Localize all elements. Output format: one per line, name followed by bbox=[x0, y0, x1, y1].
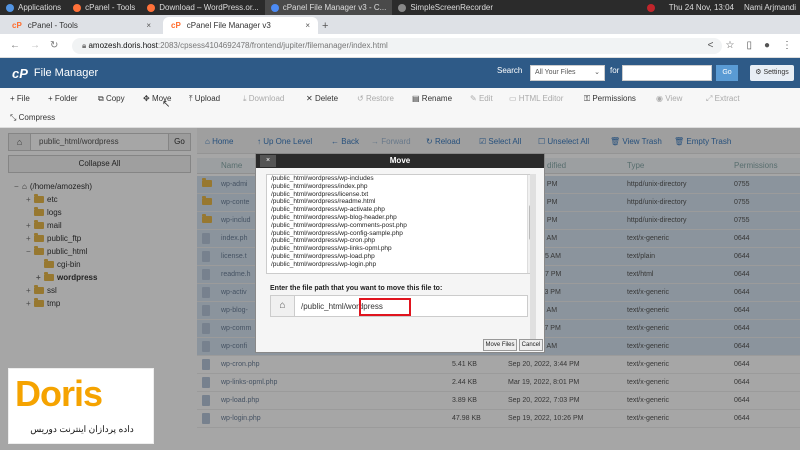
extract-icon: ⤢ bbox=[706, 94, 713, 103]
back-arrow-icon[interactable]: ← bbox=[10, 40, 20, 51]
list-item: /public_html/wordpress/wp-config-sample.… bbox=[271, 229, 403, 237]
list-item: /public_html/wordpress/wp-load.php bbox=[271, 252, 375, 260]
list-item: /public_html/wordpress/readme.html bbox=[271, 198, 376, 206]
move-files-button[interactable]: Move Files bbox=[483, 339, 517, 351]
html-editor-icon: ▭ bbox=[509, 94, 517, 103]
forward-arrow-icon[interactable]: → bbox=[30, 40, 40, 51]
delete-button[interactable]: ✕ Delete bbox=[306, 94, 338, 103]
download-button[interactable]: ⤓ Download bbox=[243, 94, 284, 104]
menu-kebab-icon[interactable]: ⋮ bbox=[782, 40, 792, 51]
search-go-button[interactable]: Go bbox=[716, 65, 738, 81]
profile-icon[interactable]: ● bbox=[764, 40, 770, 51]
bookmark-star-icon[interactable]: ☆ bbox=[725, 40, 734, 51]
dialog-title: Move bbox=[256, 154, 544, 168]
record-indicator-icon[interactable] bbox=[646, 3, 655, 12]
tab-cpanel-tools[interactable]: cP cPanel - Tools × bbox=[4, 17, 159, 34]
search-input[interactable] bbox=[622, 65, 712, 81]
copy-button[interactable]: ⧉ Copy bbox=[98, 94, 125, 104]
search-label: Search bbox=[497, 66, 523, 75]
apps-icon bbox=[6, 3, 14, 12]
taskbar-item-filemanager[interactable]: cPanel File Manager v3 - C... bbox=[264, 0, 393, 15]
mouse-cursor-icon: ↖ bbox=[162, 99, 171, 110]
upload-button[interactable]: ⤒ Upload bbox=[189, 94, 220, 104]
permissions-button[interactable]: ⚿ Permissions bbox=[584, 94, 636, 104]
tab-file-manager[interactable]: cP cPanel File Manager v3 × bbox=[163, 17, 318, 34]
extract-button[interactable]: ⤢ Extract bbox=[706, 94, 740, 104]
pencil-icon: ✎ bbox=[470, 94, 477, 103]
list-item: /public_html/wordpress/license.txt bbox=[271, 190, 369, 198]
doris-subtitle: داده پردازان اینترنت دوریس bbox=[30, 424, 134, 434]
sidebar-icon[interactable]: ▯ bbox=[746, 40, 752, 51]
recorder-icon bbox=[398, 3, 407, 12]
html-editor-button[interactable]: ▭ HTML Editor bbox=[509, 94, 563, 103]
for-label: for bbox=[610, 66, 620, 75]
list-item: /public_html/wordpress/wp-includes bbox=[271, 175, 374, 182]
datetime[interactable]: Thu 24 Nov, 13:04 bbox=[669, 3, 734, 12]
new-folder-button[interactable]: + Folder bbox=[48, 94, 78, 103]
chrome-icon bbox=[270, 3, 279, 12]
restore-icon: ↺ bbox=[357, 94, 364, 103]
move-dialog: Move × /public_html/wordpress/wp-include… bbox=[255, 153, 545, 353]
rename-button[interactable]: ▤ Rename bbox=[412, 94, 452, 103]
taskbar-item-download[interactable]: Download – WordPress.or... bbox=[141, 0, 264, 15]
close-tab-icon[interactable]: × bbox=[305, 21, 310, 30]
close-tab-icon[interactable]: × bbox=[146, 21, 151, 30]
new-tab-button[interactable]: + bbox=[322, 17, 342, 34]
chevron-down-icon: ⌄ bbox=[594, 69, 600, 76]
taskbar-item-recorder[interactable]: SimpleScreenRecorder bbox=[392, 0, 499, 15]
browser-tabstrip: cP cPanel - Tools × cP cPanel File Manager … bbox=[0, 15, 800, 34]
cpanel-favicon-icon: cP bbox=[12, 21, 22, 30]
move-icon: ✥ bbox=[143, 94, 150, 103]
taskbar-item-cpanel-tools[interactable]: cPanel - Tools bbox=[67, 0, 141, 15]
reload-icon[interactable]: ↻ bbox=[50, 40, 58, 51]
firefox-icon bbox=[147, 3, 156, 12]
share-icon[interactable]: < bbox=[708, 40, 714, 51]
list-item: /public_html/wordpress/wp-links-opml.php bbox=[271, 245, 392, 253]
destination-input-row: ⌂ /public_html/wordpress bbox=[270, 295, 528, 317]
url-field[interactable]: 🔒︎ amozesh.doris.host:2083/cpsess4104692… bbox=[72, 38, 722, 54]
applications-menu[interactable]: Applications bbox=[0, 0, 67, 15]
compress-button[interactable]: ⤡ Compress bbox=[10, 113, 55, 123]
edit-button[interactable]: ✎ Edit bbox=[470, 94, 493, 103]
cpanel-logo: cP bbox=[12, 65, 28, 81]
delete-x-icon: ✕ bbox=[306, 94, 313, 103]
restore-button[interactable]: ↺ Restore bbox=[357, 94, 394, 103]
user-name[interactable]: Nami Arjmandi bbox=[744, 3, 796, 12]
destination-prompt: Enter the file path that you want to mov… bbox=[270, 285, 443, 292]
doris-logo: Doris bbox=[15, 373, 103, 414]
eye-icon: ◉ bbox=[656, 94, 663, 103]
firefox-icon bbox=[73, 3, 82, 12]
key-icon: ⚿ bbox=[584, 94, 591, 103]
search-scope-select[interactable]: All Your Files ⌄ bbox=[530, 65, 605, 81]
cpanel-favicon-icon: cP bbox=[171, 21, 181, 30]
address-bar-row: ← → ↻ 🔒︎ amozesh.doris.host:2083/cpsess4… bbox=[0, 34, 800, 58]
cpanel-header: cP File Manager Search All Your Files ⌄ f… bbox=[0, 58, 800, 88]
close-dialog-button[interactable]: × bbox=[260, 155, 276, 167]
dialog-scrollbar[interactable] bbox=[530, 174, 536, 342]
download-icon: ⤓ bbox=[243, 94, 247, 103]
list-item: /public_html/wordpress/wp-blog-header.ph… bbox=[271, 213, 397, 221]
view-button[interactable]: ◉ View bbox=[656, 94, 682, 103]
cancel-button[interactable]: Cancel bbox=[519, 339, 543, 351]
upload-icon: ⤒ bbox=[189, 94, 193, 103]
new-file-button[interactable]: + File bbox=[10, 94, 30, 103]
os-taskbar: Applications cPanel - Tools Download – W… bbox=[0, 0, 800, 15]
list-item: /public_html/wordpress/wp-login.php bbox=[271, 260, 377, 268]
compress-icon: ⤡ bbox=[10, 113, 17, 122]
list-item: /public_html/wordpress/wp-cron.php bbox=[271, 237, 376, 245]
copy-icon: ⧉ bbox=[98, 94, 104, 103]
list-item: /public_html/wordpress/wp-comments-post.… bbox=[271, 221, 407, 229]
file-toolbar: + File + Folder ⧉ Copy ✥ Move ⤒ Upload ⤓… bbox=[0, 88, 800, 128]
list-item: /public_html/wordpress/index.php bbox=[271, 182, 368, 190]
plus-icon: + bbox=[322, 19, 329, 32]
files-to-move-list: /public_html/wordpress/wp-includes/publi… bbox=[266, 174, 536, 274]
doris-watermark: Doris داده پردازان اینترنت دوریس bbox=[8, 368, 154, 444]
highlight-box bbox=[359, 298, 411, 316]
list-item: /public_html/wordpress/wp-activate.php bbox=[271, 206, 385, 214]
files-list-items: /public_html/wordpress/wp-includes/publi… bbox=[267, 175, 535, 269]
home-icon: ⌂ bbox=[271, 296, 295, 316]
page-title: File Manager bbox=[33, 67, 99, 79]
rename-icon: ▤ bbox=[412, 94, 420, 103]
settings-button[interactable]: ⚙ Settings bbox=[750, 65, 794, 81]
